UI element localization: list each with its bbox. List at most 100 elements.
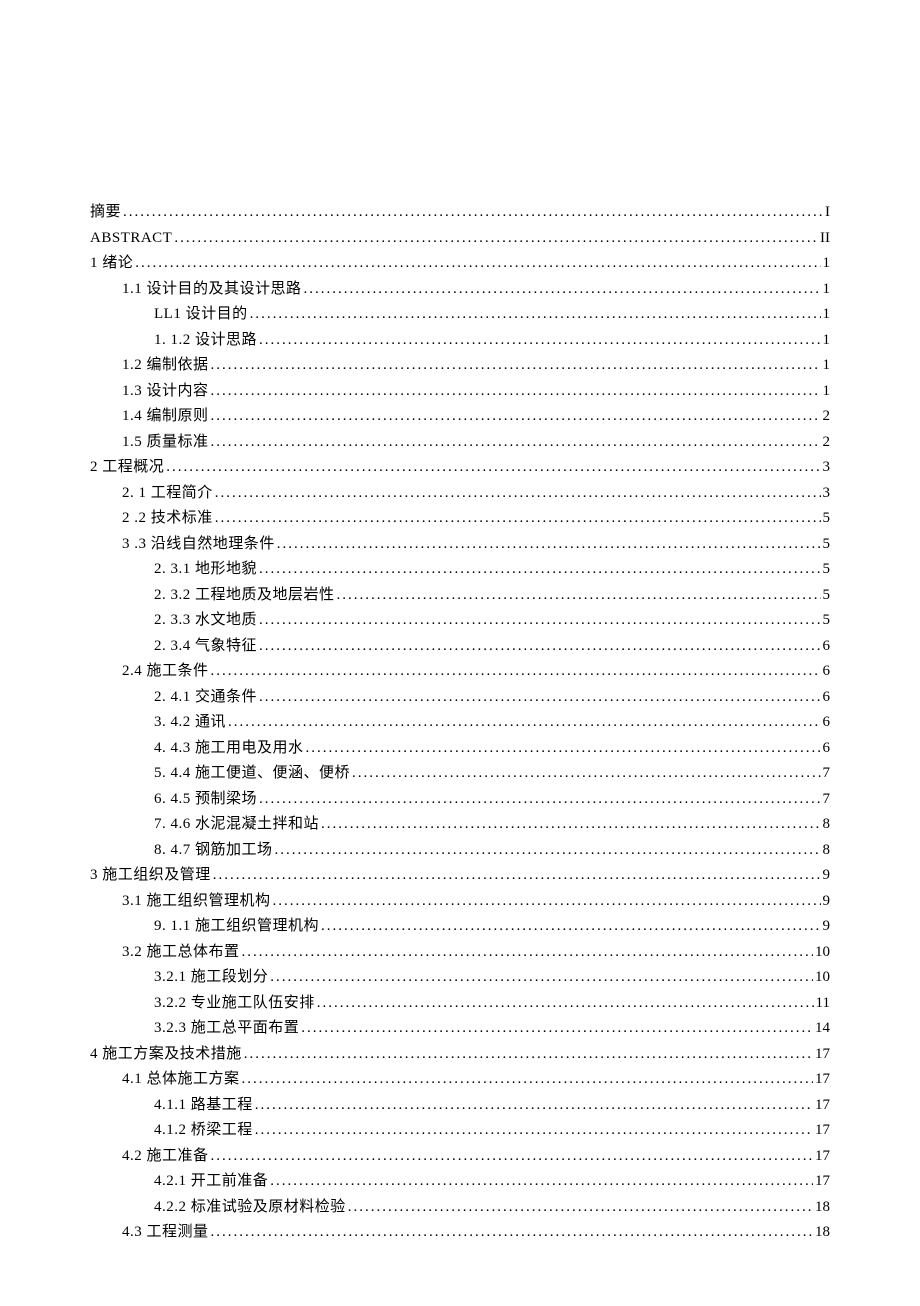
toc-entry-page: 6 [823,634,831,660]
toc-leader-dots [259,685,820,711]
toc-entry[interactable]: 4.3 工程测量18 [122,1220,830,1246]
toc-entry[interactable]: 3.2.2 专业施工队伍安排11 [154,991,830,1017]
toc-entry-label: 2. 3.4 气象特征 [154,634,257,660]
toc-entry[interactable]: 4.2.2 标准试验及原材料检验18 [154,1195,830,1221]
toc-entry-page: 5 [823,557,831,583]
toc-leader-dots [337,583,821,609]
toc-entry-page: II [820,226,830,252]
toc-entry-label: 1.2 编制依据 [122,353,209,379]
toc-entry-label: 4.2 施工准备 [122,1144,209,1170]
toc-entry-label: 3.2.3 施工总平面布置 [154,1016,299,1042]
toc-entry-page: 17 [815,1118,830,1144]
toc-entry-page: 1 [823,379,831,405]
toc-leader-dots [273,889,821,915]
toc-leader-dots [174,226,818,252]
toc-leader-dots [270,1169,813,1195]
toc-leader-dots [211,379,821,405]
toc-entry-page: 5 [823,608,831,634]
toc-leader-dots [317,991,814,1017]
toc-entry-label: 8. 4.7 钢筋加工场 [154,838,273,864]
toc-entry-page: 7 [823,761,831,787]
toc-leader-dots [321,914,820,940]
toc-entry-page: 18 [815,1195,830,1221]
toc-entry[interactable]: 2. 3.3 水文地质5 [154,608,830,634]
toc-entry[interactable]: 4.1.2 桥梁工程 17 [154,1118,830,1144]
toc-entry[interactable]: 2. 3.1 地形地貌5 [154,557,830,583]
toc-entry-page: 10 [815,965,830,991]
toc-entry[interactable]: LL1 设计目的1 [154,302,830,328]
toc-entry-page: 10 [815,940,830,966]
toc-entry[interactable]: 3.1 施工组织管理机构9 [122,889,830,915]
toc-entry-label: 2. 1 工程简介 [122,481,213,507]
toc-entry[interactable]: 3.2.1 施工段划分 10 [154,965,830,991]
toc-entry[interactable]: 1.3 设计内容1 [122,379,830,405]
toc-entry[interactable]: 9. 1.1 施工组织管理机构9 [154,914,830,940]
toc-entry[interactable]: 2. 3.2 工程地质及地层岩性5 [154,583,830,609]
toc-leader-dots [244,1042,813,1068]
toc-entry-page: 14 [815,1016,830,1042]
toc-entry[interactable]: 1 绪论1 [90,251,830,277]
toc-leader-dots [259,608,820,634]
toc-entry-page: 17 [815,1093,830,1119]
toc-leader-dots [321,812,820,838]
toc-entry[interactable]: 6. 4.5 预制梁场7 [154,787,830,813]
toc-entry-label: 4.2.1 开工前准备 [154,1169,268,1195]
toc-leader-dots [275,838,821,864]
toc-leader-dots [211,353,821,379]
toc-entry[interactable]: 3. 4.2 通讯6 [154,710,830,736]
toc-entry-label: 4.3 工程测量 [122,1220,209,1246]
toc-entry[interactable]: 3 施工组织及管理9 [90,863,830,889]
toc-entry-page: 6 [823,736,831,762]
toc-entry-page: 6 [823,710,831,736]
toc-entry[interactable]: 7. 4.6 水泥混凝土拌和站8 [154,812,830,838]
toc-entry[interactable]: 4. 4.3 施工用电及用水6 [154,736,830,762]
toc-entry[interactable]: ABSTRACTII [90,226,830,252]
toc-entry-page: 1 [823,277,831,303]
toc-leader-dots [211,659,821,685]
toc-entry[interactable]: 1. 1.2 设计思路1 [154,328,830,354]
toc-leader-dots [259,557,820,583]
toc-entry-page: 5 [823,583,831,609]
toc-entry[interactable]: 4.2.1 开工前准备17 [154,1169,830,1195]
toc-entry-page: 2 [823,430,831,456]
toc-entry[interactable]: 摘要I [90,200,830,226]
toc-entry[interactable]: 2. 4.1 交通条件 6 [154,685,830,711]
toc-entry[interactable]: 4.2 施工准备17 [122,1144,830,1170]
toc-leader-dots [123,200,823,226]
toc-entry[interactable]: 4.1.1 路基工程17 [154,1093,830,1119]
toc-entry[interactable]: 1.4 编制原则2 [122,404,830,430]
toc-entry[interactable]: 2 .2 技术标准5 [122,506,830,532]
toc-entry-page: 9 [823,889,831,915]
toc-leader-dots [348,1195,813,1221]
toc-entry[interactable]: 2.4 施工条件6 [122,659,830,685]
toc-entry[interactable]: 5. 4.4 施工便道、便涵、便桥7 [154,761,830,787]
toc-entry[interactable]: 3 .3 沿线自然地理条件5 [122,532,830,558]
toc-entry-label: 2.4 施工条件 [122,659,209,685]
toc-entry[interactable]: 1.1 设计目的及其设计思路1 [122,277,830,303]
toc-entry[interactable]: 2 工程概况3 [90,455,830,481]
toc-leader-dots [304,277,821,303]
toc-leader-dots [211,430,821,456]
toc-entry-page: 8 [823,812,831,838]
toc-entry[interactable]: 3.2.3 施工总平面布置 14 [154,1016,830,1042]
toc-entry-page: I [825,200,830,226]
toc-entry-label: 4.1.2 桥梁工程 [154,1118,253,1144]
toc-entry[interactable]: 2. 3.4 气象特征 6 [154,634,830,660]
toc-leader-dots [259,328,820,354]
toc-leader-dots [352,761,820,787]
toc-leader-dots [242,1067,813,1093]
toc-leader-dots [215,481,821,507]
toc-entry[interactable]: 3.2 施工总体布置10 [122,940,830,966]
toc-entry[interactable]: 1.2 编制依据1 [122,353,830,379]
toc-entry-label: 2. 4.1 交通条件 [154,685,257,711]
toc-leader-dots [166,455,820,481]
toc-leader-dots [255,1118,813,1144]
toc-entry[interactable]: 8. 4.7 钢筋加工场8 [154,838,830,864]
toc-entry-label: 2 .2 技术标准 [122,506,213,532]
toc-entry[interactable]: 1.5 质量标准2 [122,430,830,456]
toc-entry[interactable]: 4 施工方案及技术措施17 [90,1042,830,1068]
toc-entry-page: 6 [823,685,831,711]
toc-entry-label: 3.2.1 施工段划分 [154,965,268,991]
toc-entry[interactable]: 4.1 总体施工方案17 [122,1067,830,1093]
toc-entry[interactable]: 2. 1 工程简介3 [122,481,830,507]
